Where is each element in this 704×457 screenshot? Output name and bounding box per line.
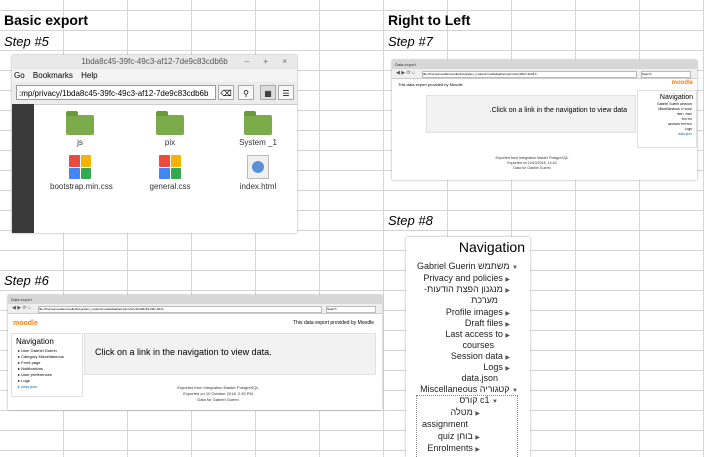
folder-icon (156, 111, 184, 135)
navigation-list: Gabriel Guerin משתמש Miscellaneous קטגור… (638, 102, 696, 137)
nav-item[interactable]: Privacy and policies ▶ (423, 273, 510, 283)
nav-item[interactable]: Logs ▶ (483, 362, 510, 372)
step5-label: Step #5 (4, 34, 49, 49)
nav-arrows-icon[interactable]: ◀ ▶ ⟳ ⌂ (12, 305, 31, 311)
search-icon[interactable]: ⚲ (238, 85, 254, 100)
css-file-icon (69, 155, 91, 179)
folder-js[interactable]: js (50, 111, 110, 147)
grid-view-icon[interactable]: ▦ (260, 85, 276, 100)
nav-item[interactable]: Enrolments ▶ (427, 443, 480, 453)
nav-item-data-json[interactable]: data.json (638, 132, 692, 137)
file-label: index.html (239, 182, 277, 191)
nav-item[interactable]: Profile images ▶ (446, 307, 510, 317)
footer-line: Data for Gabriel Guerin (197, 397, 239, 402)
folder-icon (66, 111, 94, 135)
url-bar[interactable]: file:///home/moodle/moodle/integration_m… (422, 71, 637, 78)
provided-by-text: This data export provided by Moodle (398, 82, 463, 87)
menu-go[interactable]: Go (14, 71, 25, 80)
window-title: 1bda8c45-39fc-49c3-af12-7de9c83cdb6b (81, 57, 228, 66)
export-footer: Exported from Integration Master Postgre… (452, 156, 612, 171)
folder-pix[interactable]: pix (140, 111, 200, 147)
nav-item[interactable]: קורס c1 ▼ (459, 395, 498, 405)
moodle-logo: moodle (13, 320, 38, 327)
nav-item[interactable]: Last access to ▶ (445, 329, 510, 339)
file-bootstrap-css[interactable]: bootstrap.min.css (50, 155, 113, 191)
folder-icon (244, 111, 272, 135)
step7-label: Step #7 (388, 34, 433, 49)
file-manager-window: 1bda8c45-39fc-49c3-af12-7de9c83cdb6b – +… (12, 55, 297, 233)
location-path-input[interactable]: :mp/privacy/1bda8c45-39fc-49c3-af12-7de9… (16, 85, 216, 100)
search-box[interactable]: Search (326, 306, 376, 313)
search-box[interactable]: Search (641, 71, 691, 78)
browser-navbar: ◀ ▶ ⟳ ⌂ file:///home/moodle/moodle/integ… (392, 69, 697, 79)
file-label: bootstrap.min.css (50, 182, 113, 191)
main-content-region: .Click on a link in the navigation to vi… (426, 95, 636, 133)
file-general-css[interactable]: general.css (140, 155, 200, 191)
nav-item[interactable]: Gabriel Guerin משתמש ▼ (417, 261, 518, 271)
nav-item-data-json[interactable]: data.json (461, 373, 498, 383)
nav-item[interactable]: Draft files ▶ (465, 318, 510, 328)
step7-browser-window: Data export ◀ ▶ ⟳ ⌂ file:///home/moodle/… (392, 60, 697, 180)
navigation-title: Navigation (16, 337, 54, 346)
basic-export-heading: Basic export (4, 12, 89, 28)
navigation-block: Navigation ▸ User Gabriel Guerin ▸ Categ… (11, 333, 83, 397)
location-toolbar: :mp/privacy/1bda8c45-39fc-49c3-af12-7de9… (12, 82, 297, 105)
menu-bar: Go Bookmarks Help (12, 69, 297, 82)
window-controls[interactable]: – + × (245, 55, 293, 69)
browser-navbar: ◀ ▶ ⟳ ⌂ file:///home/moodle/moodle/integ… (8, 304, 382, 314)
list-view-icon[interactable]: ☰ (278, 85, 294, 100)
sidebar-panel (12, 104, 34, 233)
html-file-icon (247, 155, 269, 179)
menu-help[interactable]: Help (81, 71, 97, 80)
nav-item[interactable]: Miscellaneous קטגוריה ▼ (420, 384, 518, 394)
navigation-title: Navigation (458, 239, 525, 255)
folder-system[interactable]: System _1 (228, 111, 288, 147)
navigation-title: Navigation (659, 94, 693, 101)
nav-item[interactable]: courses (462, 340, 494, 350)
step8-label: Step #8 (388, 213, 433, 228)
step6-browser-window: Data export ◀ ▶ ⟳ ⌂ file:///home/moodle/… (8, 295, 382, 410)
url-bar[interactable]: file:///home/moodle/moodle/integration_m… (38, 306, 322, 313)
step6-label: Step #6 (4, 273, 49, 288)
nav-item[interactable]: -מנגנון הפצת הודעות ▶ (424, 284, 510, 294)
nav-item[interactable]: quiz בוחן ▶ (438, 431, 480, 441)
main-instruction-text: Click on a link in the navigation to vie… (95, 347, 272, 357)
nav-item[interactable]: מערכת (471, 295, 498, 305)
navigation-block: Navigation Gabriel Guerin משתמש Miscella… (637, 90, 697, 148)
file-label: general.css (149, 182, 191, 191)
file-index-html[interactable]: index.html (228, 155, 288, 191)
export-footer: Exported from Integration Master Postgre… (108, 385, 328, 403)
step8-navigation-zoom: Navigation Gabriel Guerin משתמש ▼ Privac… (406, 237, 530, 457)
nav-item-data-json[interactable]: ▸ data.json (18, 384, 82, 390)
nav-item[interactable]: Session data ▶ (451, 351, 510, 361)
nav-arrows-icon[interactable]: ◀ ▶ ⟳ ⌂ (396, 70, 415, 76)
provided-by-text: This data export provided by Moodle (293, 320, 374, 326)
file-label: pix (164, 138, 176, 147)
browser-tab[interactable]: Data export (392, 60, 697, 69)
rtl-heading: Right to Left (388, 12, 471, 28)
file-label: js (77, 138, 83, 147)
css-file-icon (159, 155, 181, 179)
footer-line: Data for Gabriel Guerin (513, 166, 551, 170)
backspace-icon[interactable]: ⌫ (218, 85, 234, 100)
file-label: System _1 (239, 138, 277, 147)
navigation-list: ▸ User Gabriel Guerin ▸ Category Miscell… (12, 348, 82, 390)
moodle-logo: moodle (671, 80, 693, 86)
nav-item[interactable]: assignment (422, 419, 468, 429)
browser-tab[interactable]: Data export (8, 295, 382, 304)
menu-bookmarks[interactable]: Bookmarks (33, 71, 73, 80)
nav-item[interactable]: מטלה ▶ (451, 407, 481, 417)
main-content-region: Click on a link in the navigation to vie… (84, 333, 376, 375)
file-manager-titlebar: 1bda8c45-39fc-49c3-af12-7de9c83cdb6b – +… (12, 55, 297, 69)
main-instruction-text: .Click on a link in the navigation to vi… (489, 107, 627, 114)
